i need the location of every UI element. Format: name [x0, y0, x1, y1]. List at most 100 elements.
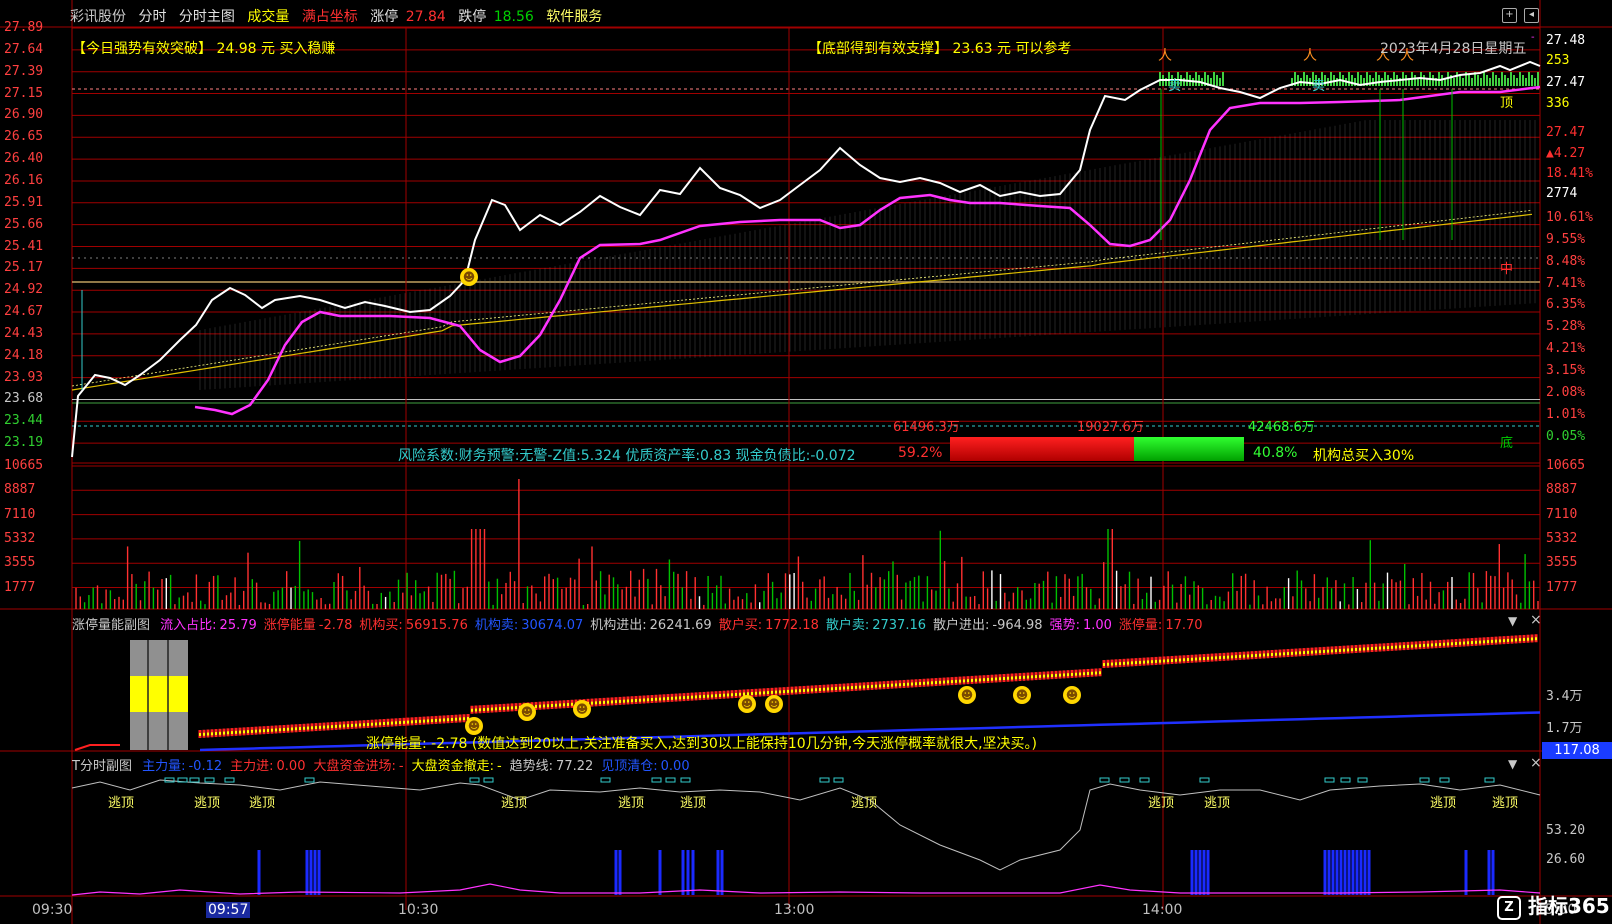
volume-axis-label: 5332: [1546, 530, 1578, 546]
pane3-dropdown-icon[interactable]: ▼: [1508, 757, 1517, 771]
escape-top-label: 逃顶: [851, 796, 878, 811]
t-intraday-pane-header: T分时副图 主力量: -0.12 主力进: 0.00 大盘资金进场: - 大盘资金撤走: - 趋…: [72, 755, 698, 774]
quote-vol-3: 2774: [1546, 186, 1578, 201]
pane2-item-label: 机构买:: [359, 618, 403, 633]
cyan-square: [1419, 777, 1430, 783]
smiley-icon: ☻: [573, 700, 591, 718]
pane3-item-label: 大盘资金撤走:: [411, 759, 494, 774]
quote-price-top: 27.48: [1546, 33, 1586, 48]
cyan-square: [600, 777, 611, 783]
risk-pct-red: 59.2%: [898, 445, 943, 461]
collapse-icon[interactable]: ◂: [1524, 8, 1539, 23]
avg-price-line: [194, 85, 1541, 416]
price-axis-label: 25.91: [4, 194, 44, 210]
risk-pct-green: 40.8%: [1253, 445, 1298, 461]
volume-axis-label: 10665: [1546, 458, 1586, 473]
pane2-dropdown-icon[interactable]: ▼: [1508, 614, 1517, 628]
pane2-item-label: 涨停量:: [1118, 618, 1163, 633]
price-axis-label: 26.65: [4, 129, 44, 145]
pane2-item-value: 26241.69: [649, 618, 712, 633]
escape-top-label: 逃顶: [501, 796, 528, 811]
price-axis-label: 24.43: [4, 325, 44, 341]
price-axis-label: 23.19: [4, 435, 44, 451]
cyan-square: [483, 777, 494, 783]
pane2-item-value: 2737.16: [872, 618, 926, 633]
notice-support-action: 可以参考: [1015, 41, 1072, 57]
person-icon: 人: [1303, 48, 1317, 64]
smiley-icon: ☻: [465, 717, 483, 735]
escape-top-label: 逃顶: [194, 796, 221, 811]
volume-axis-label: 3555: [1546, 555, 1578, 571]
volume-axis-label: 3555: [4, 555, 36, 571]
limit-up-value: 27.84: [405, 9, 446, 25]
price-axis-label: 27.89: [4, 20, 44, 35]
pane2-axis-2: 1.7万: [1546, 721, 1583, 736]
percent-axis-label: 5.28%: [1546, 319, 1586, 335]
pane2-item-label: 涨停能量: [263, 618, 316, 633]
pane2-item-label: 机构卖:: [474, 618, 519, 633]
pane2-item-label: 散户进出:: [933, 618, 990, 633]
pane3-item-label: 见顶清仓:: [601, 759, 658, 774]
price-axis-label: 25.66: [4, 216, 44, 232]
cyan-square: [1357, 777, 1368, 783]
smiley-icon: ☻: [460, 268, 478, 286]
pane3-close-icon[interactable]: ×: [1530, 755, 1542, 771]
price-axis-label: 27.64: [4, 41, 44, 57]
cyan-square: [224, 777, 235, 783]
bottom-marker: 底: [1500, 436, 1514, 451]
escape-top-label: 逃顶: [1204, 796, 1231, 811]
sector-label[interactable]: 软件服务: [546, 9, 602, 25]
pane2-item-label: 散户买:: [718, 618, 763, 633]
cyan-square: [833, 777, 844, 783]
pane2-item-value: 1772.18: [765, 618, 819, 633]
tab-intraday[interactable]: 分时: [138, 9, 166, 25]
escape-top-label: 逃顶: [618, 796, 645, 811]
cyan-square: [1439, 777, 1450, 783]
time-axis-label: 14:00: [1142, 902, 1183, 918]
sell-marker: 卖: [1168, 79, 1182, 94]
t-intraday-pane-title[interactable]: T分时副图: [72, 759, 132, 774]
limit-energy-pane-header: 涨停量能副图 流入占比: 25.79 涨停能量 -2.78 机构买: 56915.76 机构…: [72, 614, 1210, 633]
quote-price-2: 27.47: [1546, 75, 1586, 90]
tab-volume[interactable]: 成交量: [247, 9, 289, 25]
price-axis-label: 25.17: [4, 260, 44, 276]
volume-axis-label: 7110: [1546, 506, 1578, 522]
pane3-item-value: 77.22: [556, 759, 594, 774]
pane2-close-icon[interactable]: ×: [1530, 612, 1542, 628]
risk-text: 风险系数:财务预警:无警-Z值:5.324 优质资产率:0.83 现金负债比:-…: [398, 448, 856, 464]
escape-top-label: 逃顶: [1492, 796, 1519, 811]
cyan-square: [1119, 777, 1130, 783]
cyan-square: [1139, 777, 1150, 783]
percent-axis-label: 10.61%: [1546, 210, 1593, 225]
time-axis-label: 09:30: [32, 902, 73, 918]
brand-text: 指标365: [1527, 894, 1610, 918]
cyan-square: [304, 777, 315, 783]
volume-axis-label: 1777: [1546, 579, 1578, 595]
cyan-square: [665, 777, 676, 783]
price-axis-label: 25.41: [4, 238, 44, 254]
pane2-current-value: 117.08: [1542, 742, 1612, 759]
pane2-item-value: -964.98: [992, 618, 1043, 633]
percent-axis-label: 7.41%: [1546, 275, 1586, 291]
cyan-square: [1484, 777, 1495, 783]
quote-change: ▲4.27: [1546, 146, 1586, 161]
price-axis-label: 27.15: [4, 85, 44, 101]
brand-logo: Z 指标365: [1497, 890, 1610, 920]
flow-label-right: 42468.6万: [1248, 420, 1315, 435]
tab-full-scale[interactable]: 满占坐标: [302, 9, 358, 25]
price-axis-label: 26.16: [4, 172, 44, 188]
tab-intraday-main[interactable]: 分时主图: [179, 9, 235, 25]
pane2-item-label: 散户卖:: [825, 618, 870, 633]
pane3-item-label: 趋势线:: [509, 759, 554, 774]
stock-name[interactable]: 彩讯股份: [70, 9, 126, 25]
time-axis-label[interactable]: 09:57: [206, 902, 251, 918]
notice-breakout-title: 【今日强势有效突破】: [72, 41, 212, 57]
person-icon: 人: [1158, 48, 1172, 64]
smiley-icon: ☻: [738, 695, 756, 713]
limit-down-label: 跌停: [458, 9, 487, 25]
limit-energy-pane-title[interactable]: 涨停量能副图: [72, 618, 150, 633]
pane2-item-value: 17.70: [1165, 618, 1203, 633]
magenta-curve: [71, 883, 1541, 896]
notice-support-title: 【底部得到有效支撑】: [808, 41, 948, 57]
add-icon[interactable]: +: [1502, 8, 1517, 23]
